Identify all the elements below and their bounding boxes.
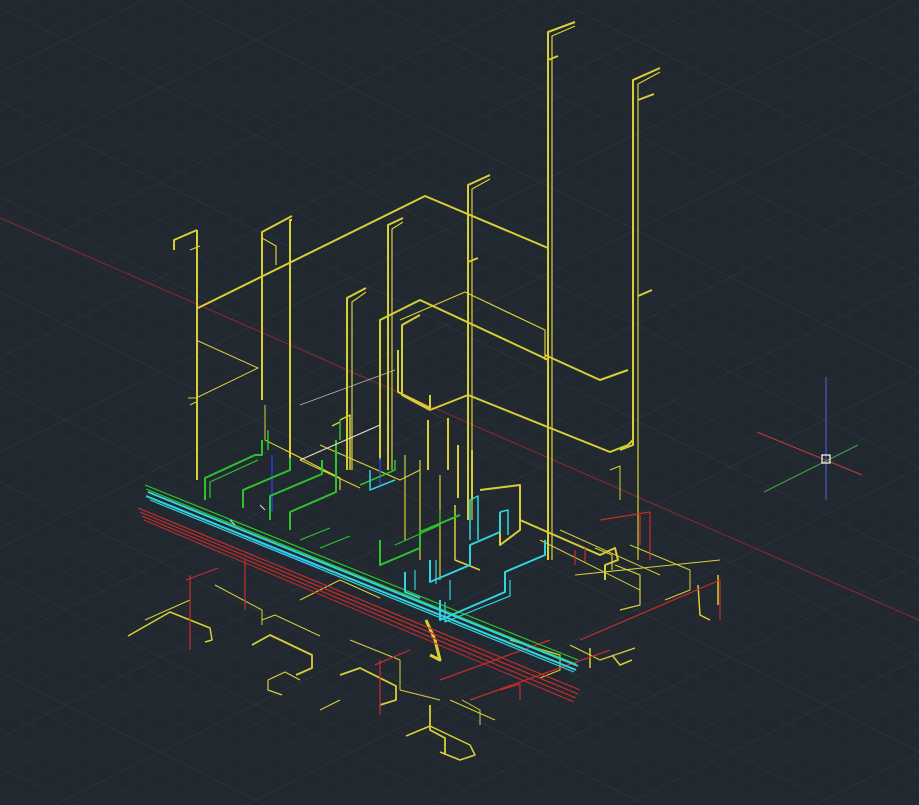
grid-line — [852, 771, 919, 805]
cad-model-viewport[interactable] — [0, 0, 919, 805]
isometric-grid — [0, 0, 919, 805]
grid-line — [555, 0, 919, 182]
grid-line — [0, 0, 564, 282]
grid-line — [0, 0, 336, 168]
grid-line — [631, 0, 919, 144]
grid-line — [0, 0, 526, 263]
grid-line — [0, 671, 267, 805]
grid-line — [0, 0, 184, 92]
grid-line — [403, 0, 919, 258]
grid-line — [517, 0, 919, 201]
grid-line — [92, 391, 919, 805]
grid-line — [624, 657, 919, 805]
grid-line — [859, 0, 919, 30]
grid-line — [745, 0, 919, 87]
grid-line — [0, 0, 906, 453]
crosshair-pickbox-icon — [756, 377, 863, 500]
drawing-canvas[interactable] — [0, 0, 919, 805]
grid-line — [0, 0, 32, 16]
grid-line — [289, 0, 919, 315]
grid-line — [593, 0, 919, 163]
grid-line — [137, 0, 919, 391]
grid-line — [0, 0, 222, 111]
grid-line — [0, 0, 146, 73]
grid-line — [0, 443, 723, 805]
grid-line — [548, 619, 919, 805]
grid-line — [0, 0, 450, 225]
grid-line — [0, 0, 792, 396]
grid-line — [396, 543, 919, 805]
grid-line — [472, 581, 919, 805]
grid-line — [0, 0, 108, 54]
grid-line — [0, 709, 191, 805]
grid-line — [700, 695, 919, 805]
grid-line — [0, 405, 799, 805]
grid-line — [99, 0, 919, 410]
grid-line — [0, 0, 678, 339]
grid-line — [0, 0, 70, 35]
grid-line — [0, 785, 39, 805]
grid-line — [897, 0, 919, 11]
grid-line — [0, 0, 868, 434]
